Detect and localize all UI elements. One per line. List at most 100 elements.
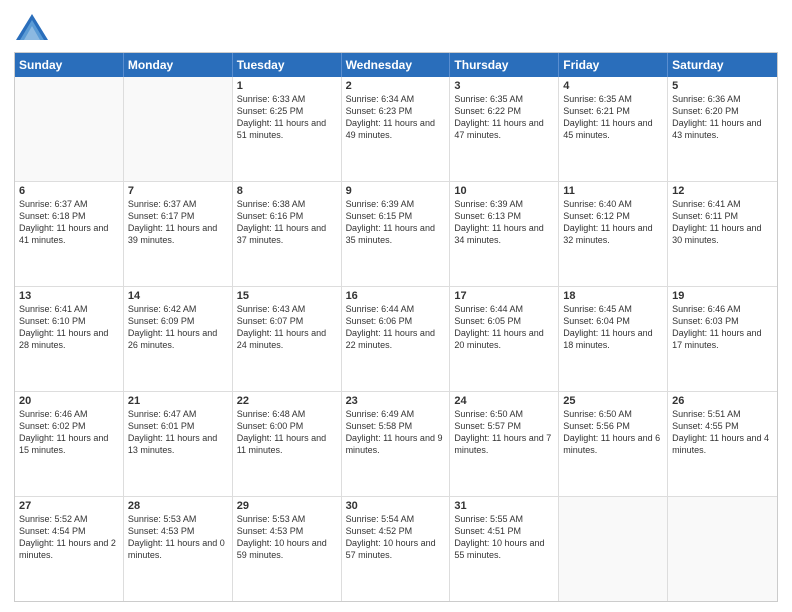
day-info: Sunrise: 6:50 AM Sunset: 5:56 PM Dayligh… [563, 408, 663, 457]
day-number: 3 [454, 80, 554, 92]
day-cell-5: 5Sunrise: 6:36 AM Sunset: 6:20 PM Daylig… [668, 77, 777, 181]
empty-cell [668, 497, 777, 601]
day-info: Sunrise: 6:47 AM Sunset: 6:01 PM Dayligh… [128, 408, 228, 457]
day-number: 30 [346, 500, 446, 512]
day-cell-27: 27Sunrise: 5:52 AM Sunset: 4:54 PM Dayli… [15, 497, 124, 601]
calendar-week-5: 27Sunrise: 5:52 AM Sunset: 4:54 PM Dayli… [15, 497, 777, 601]
day-number: 13 [19, 290, 119, 302]
day-cell-8: 8Sunrise: 6:38 AM Sunset: 6:16 PM Daylig… [233, 182, 342, 286]
day-number: 8 [237, 185, 337, 197]
day-cell-2: 2Sunrise: 6:34 AM Sunset: 6:23 PM Daylig… [342, 77, 451, 181]
day-number: 18 [563, 290, 663, 302]
day-number: 2 [346, 80, 446, 92]
day-cell-16: 16Sunrise: 6:44 AM Sunset: 6:06 PM Dayli… [342, 287, 451, 391]
day-number: 10 [454, 185, 554, 197]
day-info: Sunrise: 5:53 AM Sunset: 4:53 PM Dayligh… [237, 513, 337, 562]
calendar-body: 1Sunrise: 6:33 AM Sunset: 6:25 PM Daylig… [15, 77, 777, 601]
day-info: Sunrise: 6:39 AM Sunset: 6:15 PM Dayligh… [346, 198, 446, 247]
calendar-week-2: 6Sunrise: 6:37 AM Sunset: 6:18 PM Daylig… [15, 182, 777, 287]
day-header-thursday: Thursday [450, 53, 559, 77]
day-cell-10: 10Sunrise: 6:39 AM Sunset: 6:13 PM Dayli… [450, 182, 559, 286]
day-cell-20: 20Sunrise: 6:46 AM Sunset: 6:02 PM Dayli… [15, 392, 124, 496]
day-number: 4 [563, 80, 663, 92]
day-cell-9: 9Sunrise: 6:39 AM Sunset: 6:15 PM Daylig… [342, 182, 451, 286]
day-cell-11: 11Sunrise: 6:40 AM Sunset: 6:12 PM Dayli… [559, 182, 668, 286]
day-info: Sunrise: 6:41 AM Sunset: 6:10 PM Dayligh… [19, 303, 119, 352]
page-container: SundayMondayTuesdayWednesdayThursdayFrid… [0, 0, 792, 612]
day-info: Sunrise: 6:40 AM Sunset: 6:12 PM Dayligh… [563, 198, 663, 247]
day-number: 5 [672, 80, 773, 92]
day-number: 9 [346, 185, 446, 197]
day-info: Sunrise: 6:50 AM Sunset: 5:57 PM Dayligh… [454, 408, 554, 457]
day-info: Sunrise: 6:36 AM Sunset: 6:20 PM Dayligh… [672, 93, 773, 142]
day-number: 14 [128, 290, 228, 302]
day-info: Sunrise: 6:48 AM Sunset: 6:00 PM Dayligh… [237, 408, 337, 457]
day-cell-22: 22Sunrise: 6:48 AM Sunset: 6:00 PM Dayli… [233, 392, 342, 496]
day-number: 25 [563, 395, 663, 407]
day-info: Sunrise: 6:46 AM Sunset: 6:02 PM Dayligh… [19, 408, 119, 457]
day-info: Sunrise: 6:35 AM Sunset: 6:21 PM Dayligh… [563, 93, 663, 142]
day-cell-14: 14Sunrise: 6:42 AM Sunset: 6:09 PM Dayli… [124, 287, 233, 391]
day-cell-21: 21Sunrise: 6:47 AM Sunset: 6:01 PM Dayli… [124, 392, 233, 496]
day-number: 19 [672, 290, 773, 302]
day-info: Sunrise: 6:45 AM Sunset: 6:04 PM Dayligh… [563, 303, 663, 352]
day-header-tuesday: Tuesday [233, 53, 342, 77]
day-cell-6: 6Sunrise: 6:37 AM Sunset: 6:18 PM Daylig… [15, 182, 124, 286]
day-number: 26 [672, 395, 773, 407]
day-number: 28 [128, 500, 228, 512]
calendar: SundayMondayTuesdayWednesdayThursdayFrid… [14, 52, 778, 602]
calendar-header: SundayMondayTuesdayWednesdayThursdayFrid… [15, 53, 777, 77]
day-number: 1 [237, 80, 337, 92]
day-number: 23 [346, 395, 446, 407]
day-cell-3: 3Sunrise: 6:35 AM Sunset: 6:22 PM Daylig… [450, 77, 559, 181]
day-header-friday: Friday [559, 53, 668, 77]
day-info: Sunrise: 6:37 AM Sunset: 6:17 PM Dayligh… [128, 198, 228, 247]
day-number: 22 [237, 395, 337, 407]
day-cell-15: 15Sunrise: 6:43 AM Sunset: 6:07 PM Dayli… [233, 287, 342, 391]
day-cell-29: 29Sunrise: 5:53 AM Sunset: 4:53 PM Dayli… [233, 497, 342, 601]
logo [14, 10, 54, 46]
day-header-monday: Monday [124, 53, 233, 77]
day-cell-12: 12Sunrise: 6:41 AM Sunset: 6:11 PM Dayli… [668, 182, 777, 286]
day-info: Sunrise: 6:43 AM Sunset: 6:07 PM Dayligh… [237, 303, 337, 352]
day-number: 16 [346, 290, 446, 302]
day-number: 15 [237, 290, 337, 302]
day-info: Sunrise: 5:52 AM Sunset: 4:54 PM Dayligh… [19, 513, 119, 562]
day-number: 31 [454, 500, 554, 512]
page-header [14, 10, 778, 46]
day-info: Sunrise: 5:54 AM Sunset: 4:52 PM Dayligh… [346, 513, 446, 562]
day-number: 20 [19, 395, 119, 407]
day-cell-31: 31Sunrise: 5:55 AM Sunset: 4:51 PM Dayli… [450, 497, 559, 601]
day-number: 11 [563, 185, 663, 197]
day-number: 7 [128, 185, 228, 197]
day-info: Sunrise: 6:34 AM Sunset: 6:23 PM Dayligh… [346, 93, 446, 142]
day-number: 24 [454, 395, 554, 407]
logo-icon [14, 10, 50, 46]
day-cell-13: 13Sunrise: 6:41 AM Sunset: 6:10 PM Dayli… [15, 287, 124, 391]
day-header-wednesday: Wednesday [342, 53, 451, 77]
day-cell-17: 17Sunrise: 6:44 AM Sunset: 6:05 PM Dayli… [450, 287, 559, 391]
day-cell-18: 18Sunrise: 6:45 AM Sunset: 6:04 PM Dayli… [559, 287, 668, 391]
day-info: Sunrise: 6:44 AM Sunset: 6:06 PM Dayligh… [346, 303, 446, 352]
day-cell-4: 4Sunrise: 6:35 AM Sunset: 6:21 PM Daylig… [559, 77, 668, 181]
day-info: Sunrise: 5:51 AM Sunset: 4:55 PM Dayligh… [672, 408, 773, 457]
day-number: 17 [454, 290, 554, 302]
day-info: Sunrise: 6:38 AM Sunset: 6:16 PM Dayligh… [237, 198, 337, 247]
day-info: Sunrise: 5:55 AM Sunset: 4:51 PM Dayligh… [454, 513, 554, 562]
day-cell-7: 7Sunrise: 6:37 AM Sunset: 6:17 PM Daylig… [124, 182, 233, 286]
day-info: Sunrise: 6:44 AM Sunset: 6:05 PM Dayligh… [454, 303, 554, 352]
day-cell-25: 25Sunrise: 6:50 AM Sunset: 5:56 PM Dayli… [559, 392, 668, 496]
day-number: 6 [19, 185, 119, 197]
day-number: 27 [19, 500, 119, 512]
empty-cell [559, 497, 668, 601]
calendar-week-1: 1Sunrise: 6:33 AM Sunset: 6:25 PM Daylig… [15, 77, 777, 182]
day-header-sunday: Sunday [15, 53, 124, 77]
day-info: Sunrise: 6:46 AM Sunset: 6:03 PM Dayligh… [672, 303, 773, 352]
day-cell-30: 30Sunrise: 5:54 AM Sunset: 4:52 PM Dayli… [342, 497, 451, 601]
day-info: Sunrise: 6:35 AM Sunset: 6:22 PM Dayligh… [454, 93, 554, 142]
day-cell-19: 19Sunrise: 6:46 AM Sunset: 6:03 PM Dayli… [668, 287, 777, 391]
day-number: 29 [237, 500, 337, 512]
calendar-week-3: 13Sunrise: 6:41 AM Sunset: 6:10 PM Dayli… [15, 287, 777, 392]
day-info: Sunrise: 6:33 AM Sunset: 6:25 PM Dayligh… [237, 93, 337, 142]
day-info: Sunrise: 6:41 AM Sunset: 6:11 PM Dayligh… [672, 198, 773, 247]
